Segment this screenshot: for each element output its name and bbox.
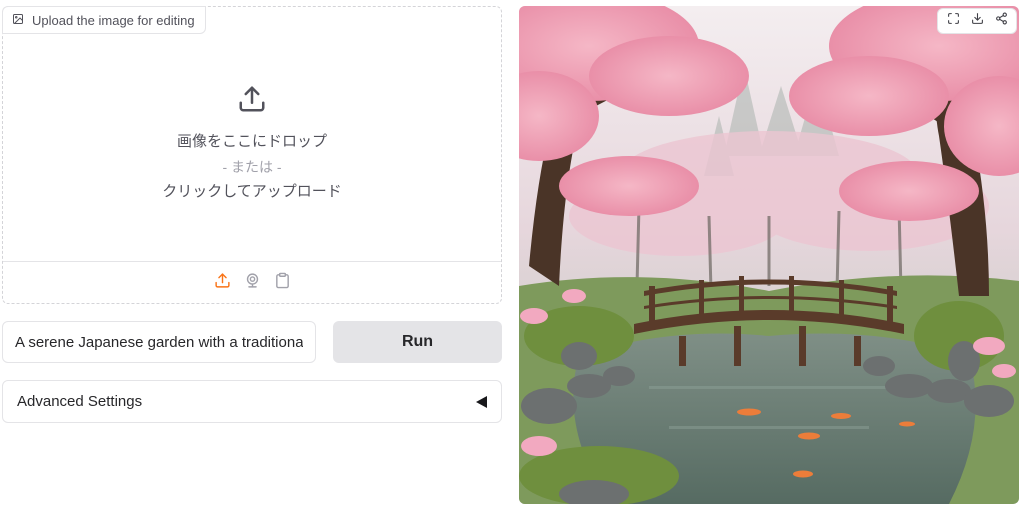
- share-icon: [995, 12, 1008, 30]
- webcam-icon: [244, 272, 261, 294]
- source-upload-button[interactable]: [213, 272, 231, 294]
- fullscreen-icon: [947, 12, 960, 30]
- image-toolbar: [937, 8, 1017, 34]
- prompt-input[interactable]: [15, 333, 303, 351]
- source-clipboard-button[interactable]: [273, 272, 291, 294]
- download-button[interactable]: [966, 10, 988, 32]
- drop-instruction-text: 画像をここにドロップ: [176, 132, 327, 150]
- run-button[interactable]: Run: [333, 321, 502, 363]
- prompt-textbox[interactable]: [2, 321, 316, 363]
- clipboard-icon: [274, 272, 291, 294]
- generated-image: [519, 6, 1019, 504]
- upload-icon: [237, 84, 267, 119]
- or-separator-text: - または -: [222, 158, 282, 175]
- image-icon: [12, 13, 24, 28]
- click-to-upload-text: クリックしてアップロード: [162, 182, 342, 200]
- source-webcam-button[interactable]: [243, 272, 261, 294]
- image-upload-panel: 画像をここにドロップ - または - クリックしてアップロード: [2, 6, 502, 304]
- accordion-label: Advanced Settings: [17, 393, 143, 410]
- fullscreen-button[interactable]: [942, 10, 964, 32]
- panel-label-text: Upload the image for editing: [32, 12, 195, 28]
- advanced-settings-accordion[interactable]: Advanced Settings: [2, 380, 502, 423]
- caret-left-icon: [476, 395, 487, 408]
- panel-label: Upload the image for editing: [2, 6, 206, 34]
- upload-icon: [214, 272, 231, 294]
- share-button[interactable]: [990, 10, 1012, 32]
- upload-source-selector: [3, 261, 501, 303]
- image-dropzone[interactable]: 画像をここにドロップ - または - クリックしてアップロード: [3, 7, 501, 263]
- output-image-panel: [519, 6, 1019, 504]
- download-icon: [971, 12, 984, 30]
